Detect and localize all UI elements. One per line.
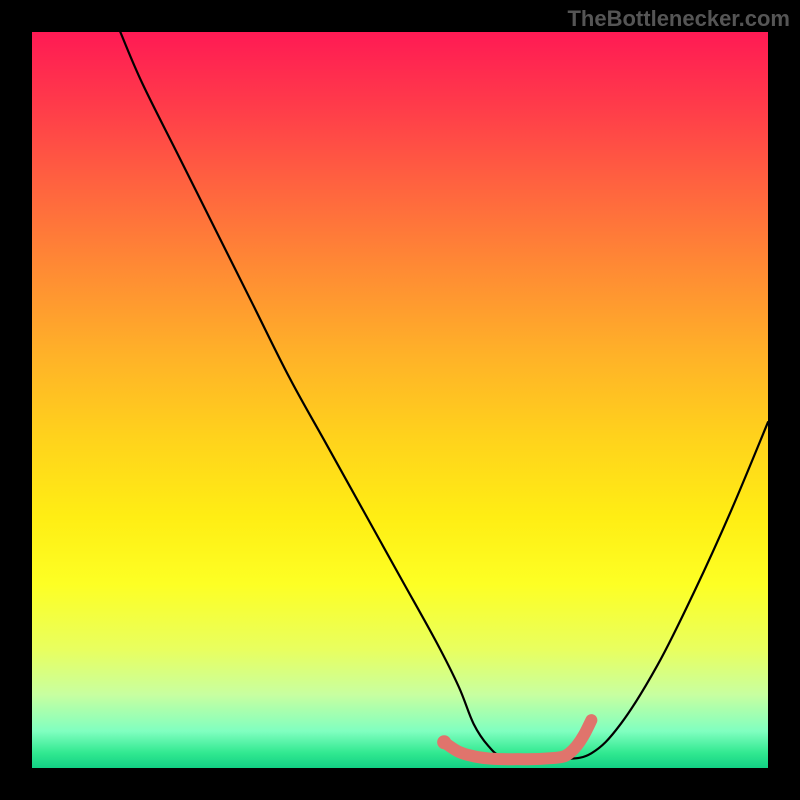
attribution-label[interactable]: TheBottlenecker.com bbox=[567, 6, 790, 32]
chart-container: TheBottlenecker.com bbox=[0, 0, 800, 800]
current-config-marker bbox=[437, 735, 451, 749]
bottleneck-curve bbox=[120, 32, 768, 760]
chart-overlay bbox=[32, 32, 768, 768]
plot-area bbox=[32, 32, 768, 768]
optimal-range-highlight bbox=[444, 720, 591, 759]
